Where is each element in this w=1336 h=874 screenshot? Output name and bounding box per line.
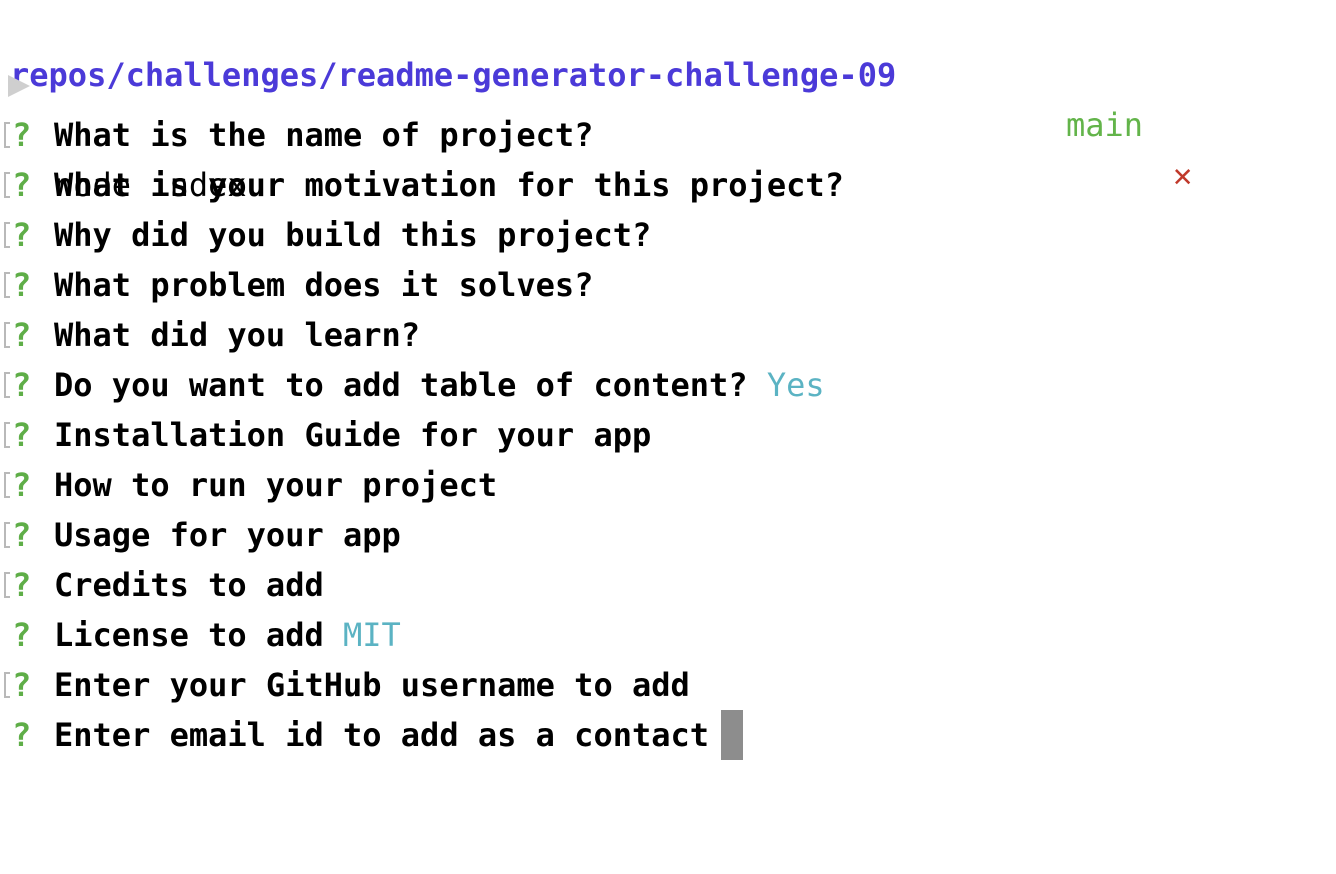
prompt-answer: Yes [766, 366, 825, 404]
text-cursor[interactable] [721, 710, 744, 760]
prompt-content: Credits to add [54, 560, 324, 610]
prompt-question: Credits to add [54, 566, 324, 604]
question-mark-icon: ? [12, 466, 32, 504]
prompt-content: What did you learn? [54, 310, 420, 360]
question-mark-icon: ? [12, 666, 32, 704]
prompt-content: Do you want to add table of content? Yes [54, 360, 825, 410]
prompt-question: Enter your GitHub username to add [54, 666, 690, 704]
prompt-question: Installation Guide for your app [54, 416, 652, 454]
question-mark-icon: ? [12, 616, 32, 654]
prompt-line: ? Installation Guide for your app [0, 410, 1336, 460]
prompt-question: Why did you build this project? [54, 216, 652, 254]
prompt-line: ? What problem does it solves? [0, 260, 1336, 310]
line-bracket-icon [4, 422, 10, 448]
prompt-content: Enter your GitHub username to add [54, 660, 690, 710]
question-mark-icon: ? [12, 116, 32, 154]
line-bracket-icon [4, 222, 10, 248]
prompt-question: Do you want to add table of content? [54, 366, 748, 404]
prompt-question: What is the name of project? [54, 116, 594, 154]
shell-prompt-header: repos/challenges/readme-generator-challe… [0, 0, 1336, 194]
line-bracket-icon [4, 172, 10, 198]
question-mark-icon: ? [12, 316, 32, 354]
prompt-question: What problem does it solves? [54, 266, 594, 304]
prompt-line: ? Enter your GitHub username to add [0, 660, 1336, 710]
prompt-line: ? License to add MIT [0, 610, 1336, 660]
line-bracket-icon [4, 122, 10, 148]
prompt-content: What problem does it solves? [54, 260, 593, 310]
prompt-answer: MIT [342, 616, 401, 654]
prompt-list: ? What is the name of project?? What is yo… [0, 110, 1336, 760]
line-bracket-icon [4, 322, 10, 348]
question-mark-icon: ? [12, 566, 32, 604]
question-mark-icon: ? [12, 716, 32, 754]
prompt-question: What is your motivation for this project… [54, 166, 844, 204]
line-bracket-icon [4, 672, 10, 698]
prompt-content: What is your motivation for this project… [54, 160, 844, 210]
prompt-line: ? What did you learn? [0, 310, 1336, 360]
line-bracket-icon [4, 472, 10, 498]
prompt-content: License to add MIT [54, 610, 401, 660]
prompt-content: How to run your project [54, 460, 497, 510]
question-mark-icon: ? [12, 216, 32, 254]
prompt-line: ? Do you want to add table of content? Ye… [0, 360, 1336, 410]
question-mark-icon: ? [12, 516, 32, 554]
prompt-line: ? How to run your project [0, 460, 1336, 510]
prompt-line: ? Usage for your app [0, 510, 1336, 560]
question-mark-icon: ? [12, 416, 32, 454]
prompt-content: Why did you build this project? [54, 210, 651, 260]
terminal-window[interactable]: repos/challenges/readme-generator-challe… [0, 10, 1336, 874]
question-mark-icon: ? [12, 266, 32, 304]
play-icon [8, 75, 30, 97]
line-bracket-icon [4, 522, 10, 548]
line-bracket-icon [4, 572, 10, 598]
prompt-content: Enter email id to add as a contact [54, 710, 744, 760]
line-bracket-icon [4, 372, 10, 398]
prompt-line: ? Credits to add [0, 560, 1336, 610]
prompt-question: Enter email id to add as a contact [54, 716, 710, 754]
question-mark-icon: ? [12, 166, 32, 204]
prompt-line: ? What is your motivation for this projec… [0, 160, 1336, 210]
prompt-content: What is the name of project? [54, 110, 593, 160]
question-mark-icon: ? [12, 366, 32, 404]
prompt-question: License to add [54, 616, 324, 654]
prompt-line: ? What is the name of project? [0, 110, 1336, 160]
active-prompt-line[interactable]: ? Enter email id to add as a contact [0, 710, 1336, 760]
line-bracket-icon [4, 272, 10, 298]
prompt-content: Usage for your app [54, 510, 401, 560]
prompt-content: Installation Guide for your app [54, 410, 651, 460]
prompt-question: Usage for your app [54, 516, 401, 554]
prompt-question: What did you learn? [54, 316, 421, 354]
prompt-question: How to run your project [54, 466, 498, 504]
prompt-line: ? Why did you build this project? [0, 210, 1336, 260]
command-line: node index [0, 60, 1336, 204]
